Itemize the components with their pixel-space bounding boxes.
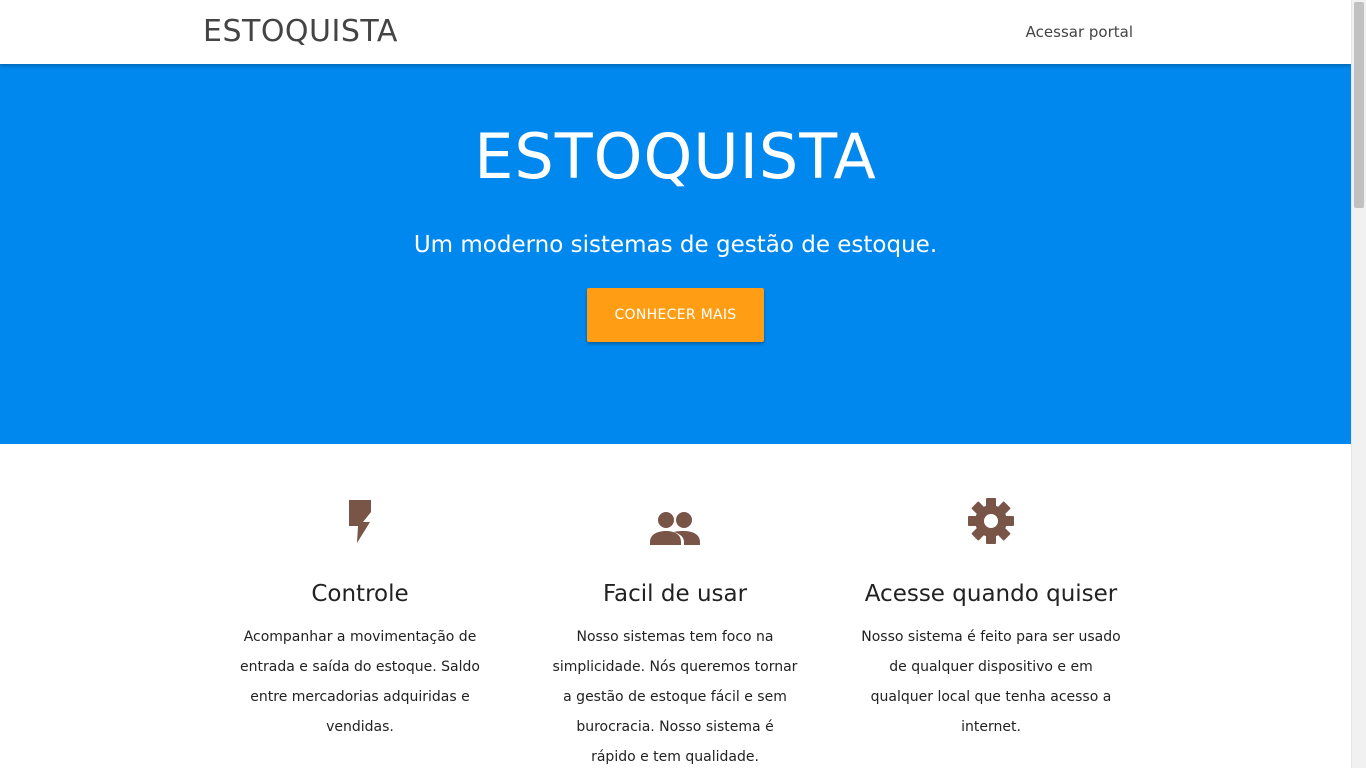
page-scrollbar[interactable] [1351,0,1366,768]
scrollbar-thumb[interactable] [1354,2,1364,208]
bolt-icon [215,498,505,546]
learn-more-button[interactable]: CONHECER MAIS [587,288,764,342]
feature-text: Acompanhar a movimentação de entrada e s… [240,629,480,735]
page: ESTOQUISTA Acessar portal ESTOQUISTA Um … [0,0,1351,768]
people-icon [530,498,820,546]
feature-text: Nosso sistemas tem foco na simplicidade.… [552,629,798,765]
hero-title: ESTOQUISTA [474,120,877,193]
feature-title: Facil de usar [602,581,748,607]
portal-link[interactable]: Acessar portal [1026,22,1133,42]
features-section: Controle Acompanhar a movimentação de en… [0,444,1351,768]
navbar: ESTOQUISTA Acessar portal [0,0,1351,64]
hero-section: ESTOQUISTA Um moderno sistemas de gestão… [0,64,1351,444]
hero-subtitle: Um moderno sistemas de gestão de estoque… [413,232,938,258]
feature-text: Nosso sistema é feito para ser usado de … [861,629,1121,735]
brand-logo[interactable]: ESTOQUISTA [203,14,398,50]
gear-icon [846,498,1136,546]
feature-title: Controle [311,581,409,607]
feature-title: Acesse quando quiser [864,581,1118,607]
